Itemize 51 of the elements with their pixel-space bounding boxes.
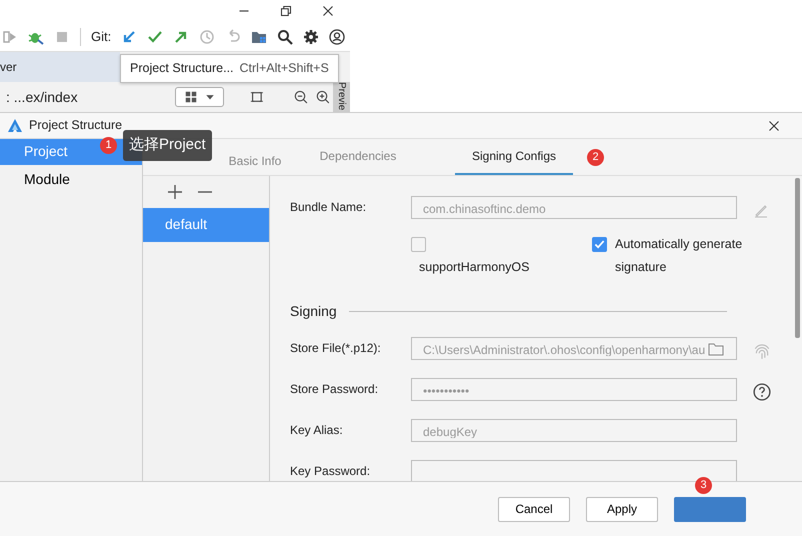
scrollbar[interactable]: [795, 178, 800, 338]
tab[interactable]: Signing Configs: [455, 139, 573, 175]
logo-icon: [7, 118, 23, 134]
settings-icon[interactable]: [303, 28, 320, 44]
close-icon[interactable]: [322, 5, 334, 17]
checkbox[interactable]: [592, 237, 607, 252]
field-label: Key Alias:: [290, 422, 344, 439]
side-tab[interactable]: Previe: [334, 82, 350, 112]
bundle-name-field[interactable]: com.chinasoftinc.demo: [411, 196, 737, 219]
step-badge: 2: [587, 148, 604, 166]
password-field[interactable]: [411, 460, 737, 481]
section-title: Signing: [290, 302, 337, 321]
callout-tooltip: 选择Project: [123, 130, 212, 160]
primary-button[interactable]: [674, 496, 746, 522]
fingerprint-icon: [753, 342, 771, 360]
git-label: Git:: [91, 28, 112, 46]
folder-icon[interactable]: [707, 341, 725, 357]
field-label: Store Password:: [290, 381, 380, 398]
tooltip-label: Project Structure...: [130, 61, 234, 75]
checkbox-label: Automatically generate signature: [615, 236, 744, 276]
field-label: Key Password:: [290, 463, 372, 480]
restore-icon[interactable]: [280, 5, 292, 17]
config-item[interactable]: default: [143, 208, 269, 242]
field-label: Bundle Name:: [290, 199, 368, 216]
checkbox-label: supportHarmonyOS: [419, 259, 530, 276]
caret-icon: [204, 92, 215, 102]
tab[interactable]: Dependencies: [303, 139, 413, 175]
help-icon[interactable]: [753, 382, 771, 401]
check-icon[interactable]: [147, 28, 164, 44]
grid-icon: [184, 91, 197, 103]
shortcut-label: Ctrl+Alt+Shift+S: [240, 61, 329, 75]
zoom-out-icon[interactable]: [294, 90, 308, 104]
close-icon[interactable]: [768, 120, 780, 132]
dialog-button[interactable]: Cancel: [498, 496, 570, 522]
arrow-down-left-icon[interactable]: [121, 28, 138, 44]
layout-dropdown[interactable]: [175, 87, 224, 107]
user-icon[interactable]: [329, 28, 346, 44]
breadcrumb-path: : ...ex/index: [5, 88, 79, 106]
zoom-in-icon[interactable]: [316, 90, 330, 104]
search-icon[interactable]: [277, 28, 294, 44]
checkbox[interactable]: [411, 237, 426, 252]
sidebar-item[interactable]: Module: [0, 167, 142, 193]
panel-tab[interactable]: ver: [0, 52, 120, 82]
password-field[interactable]: •••••••••••: [411, 378, 737, 401]
tab[interactable]: Basic Info: [215, 139, 295, 175]
frame-icon[interactable]: [250, 90, 264, 104]
field-label: Store File(*.p12):: [290, 340, 382, 357]
dialog-title: Project Structure: [29, 117, 122, 134]
step-badge: 3: [695, 477, 712, 494]
dialog-button[interactable]: Apply: [586, 496, 658, 522]
add-icon[interactable]: [167, 184, 183, 200]
